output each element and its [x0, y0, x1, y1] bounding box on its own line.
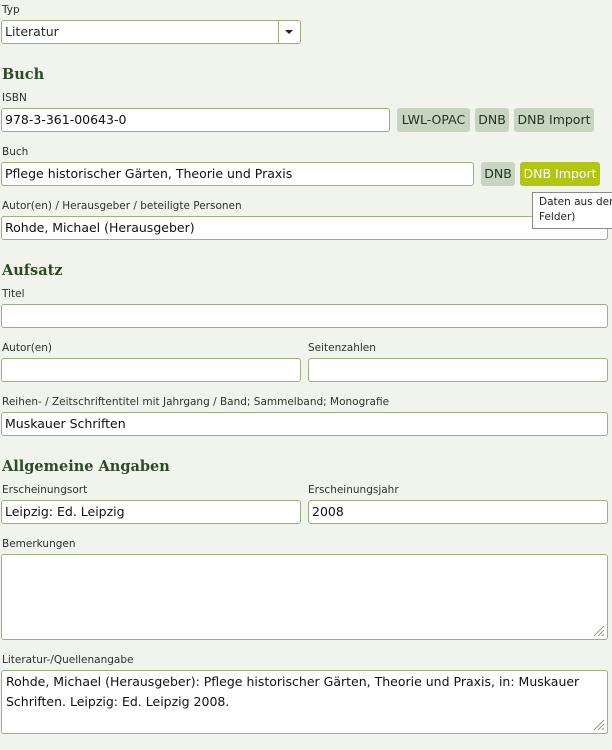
seitenzahlen-label: Seitenzahlen: [308, 342, 376, 354]
quelle-label: Literatur-/Quellenangabe: [2, 654, 134, 666]
dnb-import-tooltip: Daten aus der Felder): [532, 192, 612, 229]
aufsatz-autoren-input[interactable]: [1, 358, 301, 382]
buch-autoren-input[interactable]: Rohde, Michael (Herausgeber): [1, 216, 608, 240]
quelle-textarea[interactable]: Rohde, Michael (Herausgeber): Pflege his…: [1, 670, 608, 734]
jahr-input[interactable]: 2008: [308, 500, 608, 524]
reihe-input[interactable]: Muskauer Schriften: [1, 412, 608, 436]
buch-dnb-button[interactable]: DNB: [481, 162, 515, 186]
isbn-input[interactable]: 978-3-361-00643-0: [1, 108, 390, 132]
tooltip-line-2: Felder): [539, 211, 576, 223]
isbn-label: ISBN: [2, 92, 27, 104]
lwl-opac-button[interactable]: LWL-OPAC: [397, 108, 470, 132]
ort-label: Erscheinungsort: [2, 484, 88, 496]
titel-label: Titel: [2, 288, 25, 300]
ort-input[interactable]: Leipzig: Ed. Leipzig: [1, 500, 301, 524]
section-heading-allgemein: Allgemeine Angaben: [2, 458, 170, 475]
titel-input[interactable]: [1, 304, 608, 328]
bemerkungen-label: Bemerkungen: [2, 538, 76, 550]
quelle-text: Rohde, Michael (Herausgeber): Pflege his…: [6, 674, 580, 709]
aufsatz-autoren-label: Autor(en): [2, 342, 53, 354]
typ-select-value: Literatur: [5, 24, 59, 39]
buch-label: Buch: [2, 146, 29, 158]
typ-label: Typ: [2, 4, 20, 16]
resize-grip-icon[interactable]: [593, 719, 605, 731]
jahr-label: Erscheinungsjahr: [308, 484, 399, 496]
tooltip-line-1: Daten aus der: [539, 196, 612, 208]
section-heading-aufsatz: Aufsatz: [2, 262, 63, 279]
seitenzahlen-input[interactable]: [308, 358, 608, 382]
isbn-dnb-import-button[interactable]: DNB Import: [514, 108, 594, 132]
typ-select[interactable]: Literatur: [1, 20, 301, 44]
isbn-dnb-button[interactable]: DNB: [475, 108, 509, 132]
reihe-label: Reihen- / Zeitschriftentitel mit Jahrgan…: [2, 396, 390, 408]
buch-dnb-import-button[interactable]: DNB Import: [520, 162, 600, 186]
resize-grip-icon[interactable]: [593, 625, 605, 637]
section-heading-buch: Buch: [2, 66, 45, 83]
buch-input[interactable]: Pflege historischer Gärten, Theorie und …: [1, 162, 474, 186]
chevron-down-icon[interactable]: [278, 21, 300, 43]
bemerkungen-textarea[interactable]: [1, 554, 608, 640]
buch-autoren-label: Autor(en) / Herausgeber / beteiligte Per…: [2, 200, 242, 212]
